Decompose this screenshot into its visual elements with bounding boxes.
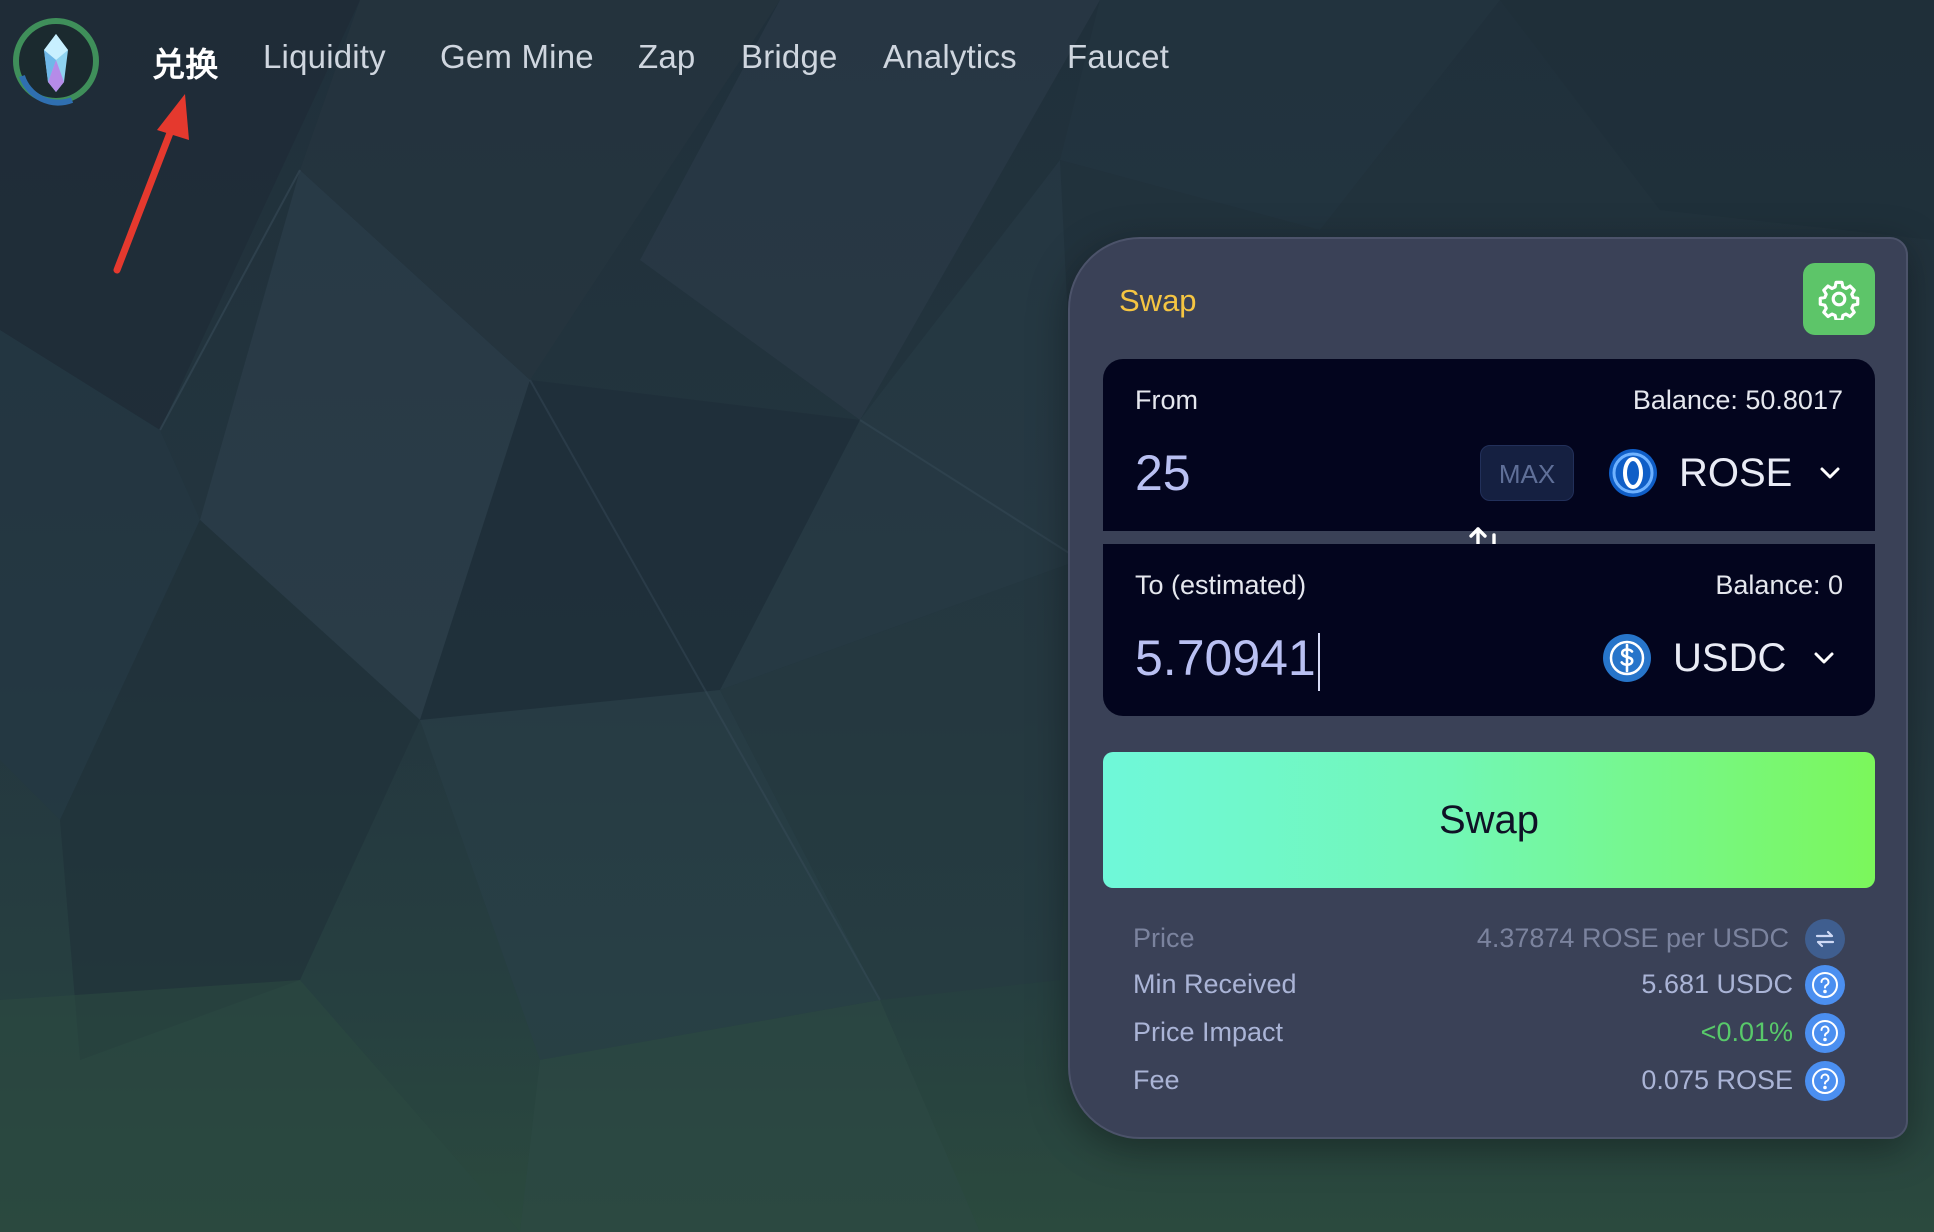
from-balance: Balance: 50.8017 <box>1632 385 1843 415</box>
price-impact-label: Price Impact <box>1133 1017 1284 1047</box>
info-row-price: Price 4.37874 ROSE per USDC <box>1133 919 1845 959</box>
nav-item-swap[interactable]: 兑换 <box>152 38 218 86</box>
rose-token-icon <box>1609 449 1657 497</box>
help-icon[interactable] <box>1805 1061 1845 1101</box>
price-impact-value: <0.01% <box>1700 1017 1793 1047</box>
to-amount-value: 5.70941 <box>1135 630 1316 686</box>
nav-item-zap[interactable]: Zap <box>638 38 695 76</box>
help-icon[interactable] <box>1805 965 1845 1005</box>
fee-value: 0.075 ROSE <box>1641 1065 1793 1095</box>
settings-button[interactable] <box>1803 263 1875 335</box>
annotation-arrow-icon <box>113 94 189 274</box>
gear-icon <box>1818 280 1860 320</box>
to-panel: To (estimated) Balance: 0 5.70941 USDC <box>1103 544 1875 716</box>
info-row-min-received: Min Received 5.681 USDC <box>1133 965 1845 1005</box>
text-caret <box>1317 632 1320 691</box>
from-token-select[interactable]: ROSE <box>1607 443 1842 503</box>
price-label: Price <box>1133 923 1195 953</box>
swap-card: Swap From Balance: 50.8017 25 MAX ROSE T… <box>1068 237 1908 1139</box>
nav-item-faucet[interactable]: Faucet <box>1067 38 1169 76</box>
chevron-down-icon <box>1820 467 1840 479</box>
to-label: To (estimated) <box>1135 570 1307 600</box>
info-row-fee: Fee 0.075 ROSE <box>1133 1061 1845 1101</box>
help-icon[interactable] <box>1805 1013 1845 1053</box>
to-amount-input[interactable]: 5.70941 <box>1135 626 1435 691</box>
nav-item-gem-mine[interactable]: Gem Mine <box>440 38 594 76</box>
swap-button[interactable]: Swap <box>1103 752 1875 888</box>
from-amount-input[interactable]: 25 <box>1135 441 1435 505</box>
swap-card-title: Swap <box>1119 283 1197 318</box>
max-button[interactable]: MAX <box>1480 445 1574 501</box>
app-logo-icon[interactable] <box>12 16 100 106</box>
usdc-token-icon <box>1603 634 1651 682</box>
min-received-value: 5.681 USDC <box>1641 969 1793 999</box>
from-label: From <box>1135 385 1198 415</box>
min-received-label: Min Received <box>1133 969 1297 999</box>
to-balance: Balance: 0 <box>1715 570 1843 600</box>
flip-icon[interactable] <box>1805 919 1845 959</box>
chevron-down-icon <box>1814 652 1834 664</box>
from-token-name: ROSE <box>1679 450 1793 495</box>
from-panel: From Balance: 50.8017 25 MAX ROSE <box>1103 359 1875 531</box>
info-row-price-impact: Price Impact <0.01% <box>1133 1013 1845 1053</box>
nav-item-bridge[interactable]: Bridge <box>741 38 838 76</box>
to-token-select[interactable]: USDC <box>1601 628 1836 688</box>
to-token-name: USDC <box>1673 635 1787 680</box>
price-value: 4.37874 ROSE per USDC <box>1476 923 1789 953</box>
fee-label: Fee <box>1133 1065 1180 1095</box>
top-navigation: 兑换 Liquidity Gem Mine Zap Bridge Analyti… <box>0 0 1934 130</box>
nav-item-liquidity[interactable]: Liquidity <box>263 38 386 76</box>
nav-item-analytics[interactable]: Analytics <box>883 38 1017 76</box>
